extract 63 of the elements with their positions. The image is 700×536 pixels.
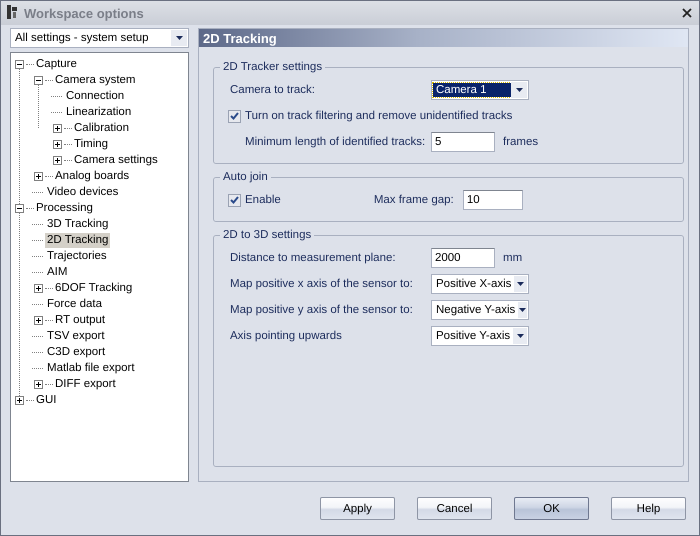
- field-label: Map positive y axis of the sensor to:: [230, 304, 414, 316]
- tree-item[interactable]: DIFF export: [53, 376, 118, 392]
- panel-title: 2D Tracking: [199, 29, 688, 47]
- dialog-button[interactable]: Cancel: [417, 497, 492, 520]
- unit-label: frames: [503, 136, 538, 148]
- field-label: Map positive x axis of the sensor to:: [230, 278, 414, 290]
- field-label: Axis pointing upwards: [230, 330, 343, 342]
- dropdown[interactable]: Negative Y-axis: [431, 300, 529, 320]
- unit-label: mm: [503, 252, 522, 264]
- collapse-toggle[interactable]: [34, 76, 43, 84]
- tree-item[interactable]: 3D Tracking: [45, 216, 110, 232]
- group-title: Auto join: [222, 171, 269, 183]
- tree-item[interactable]: Force data: [45, 296, 104, 312]
- field-label: Max frame gap:: [374, 194, 455, 206]
- dropdown[interactable]: Positive X-axis: [431, 274, 529, 294]
- tree-item[interactable]: Capture: [34, 56, 79, 72]
- checkmark-icon: [230, 196, 239, 204]
- expand-toggle[interactable]: [53, 140, 62, 148]
- tree-item[interactable]: Processing: [34, 200, 95, 216]
- input-field[interactable]: 2000: [431, 248, 495, 268]
- tree-item[interactable]: Trajectories: [45, 248, 109, 264]
- tree-item[interactable]: Camera system: [53, 72, 138, 88]
- expand-toggle[interactable]: [15, 396, 24, 404]
- settings-dropdown[interactable]: All settings - system setup: [10, 28, 189, 48]
- collapse-toggle[interactable]: [15, 60, 24, 68]
- input-field[interactable]: 5: [431, 132, 495, 152]
- field-label: Camera to track:: [230, 84, 316, 96]
- collapse-toggle[interactable]: [15, 204, 24, 212]
- group-title: 2D Tracker settings: [222, 61, 324, 73]
- tree-item[interactable]: Video devices: [45, 184, 120, 200]
- tree-item[interactable]: Connection: [64, 88, 126, 104]
- group-title: 2D to 3D settings: [222, 229, 312, 241]
- tree-item[interactable]: Calibration: [72, 120, 131, 136]
- tree-item[interactable]: Matlab file export: [45, 360, 137, 376]
- expand-toggle[interactable]: [34, 380, 43, 388]
- field-label: Minimum length of identified tracks:: [245, 136, 426, 148]
- tree-item[interactable]: 6DOF Tracking: [53, 280, 134, 296]
- tree-item[interactable]: TSV export: [45, 328, 107, 344]
- expand-toggle[interactable]: [34, 172, 43, 180]
- tree-item[interactable]: Linearization: [64, 104, 134, 120]
- checkbox[interactable]: Enable: [228, 194, 281, 206]
- dialog-button[interactable]: Help: [611, 497, 686, 520]
- dialog-button[interactable]: OK: [514, 497, 589, 520]
- checkmark-icon: [230, 112, 239, 120]
- tree-item[interactable]: AIM: [45, 264, 70, 280]
- tree-item[interactable]: RT output: [53, 312, 108, 328]
- checkbox[interactable]: Turn on track filtering and remove unidentified tracks: [228, 110, 512, 122]
- tree-item[interactable]: Camera settings: [72, 152, 160, 168]
- dropdown[interactable]: Camera 1: [431, 80, 529, 100]
- dropdown[interactable]: Positive Y-axis: [431, 326, 529, 346]
- tree-item[interactable]: Analog boards: [53, 168, 132, 184]
- tree-item[interactable]: Timing: [72, 136, 110, 152]
- expand-toggle[interactable]: [53, 124, 62, 132]
- dialog-button[interactable]: Apply: [320, 497, 395, 520]
- field-label: Distance to measurement plane:: [230, 252, 397, 264]
- input-field[interactable]: 10: [462, 190, 523, 210]
- tree-item[interactable]: C3D export: [45, 344, 108, 360]
- tree-item[interactable]: GUI: [34, 392, 58, 408]
- expand-toggle[interactable]: [34, 316, 43, 324]
- expand-toggle[interactable]: [34, 284, 43, 292]
- window-title: Workspace options: [24, 6, 145, 20]
- tree-item[interactable]: 2D Tracking: [45, 232, 110, 248]
- expand-toggle[interactable]: [53, 156, 62, 164]
